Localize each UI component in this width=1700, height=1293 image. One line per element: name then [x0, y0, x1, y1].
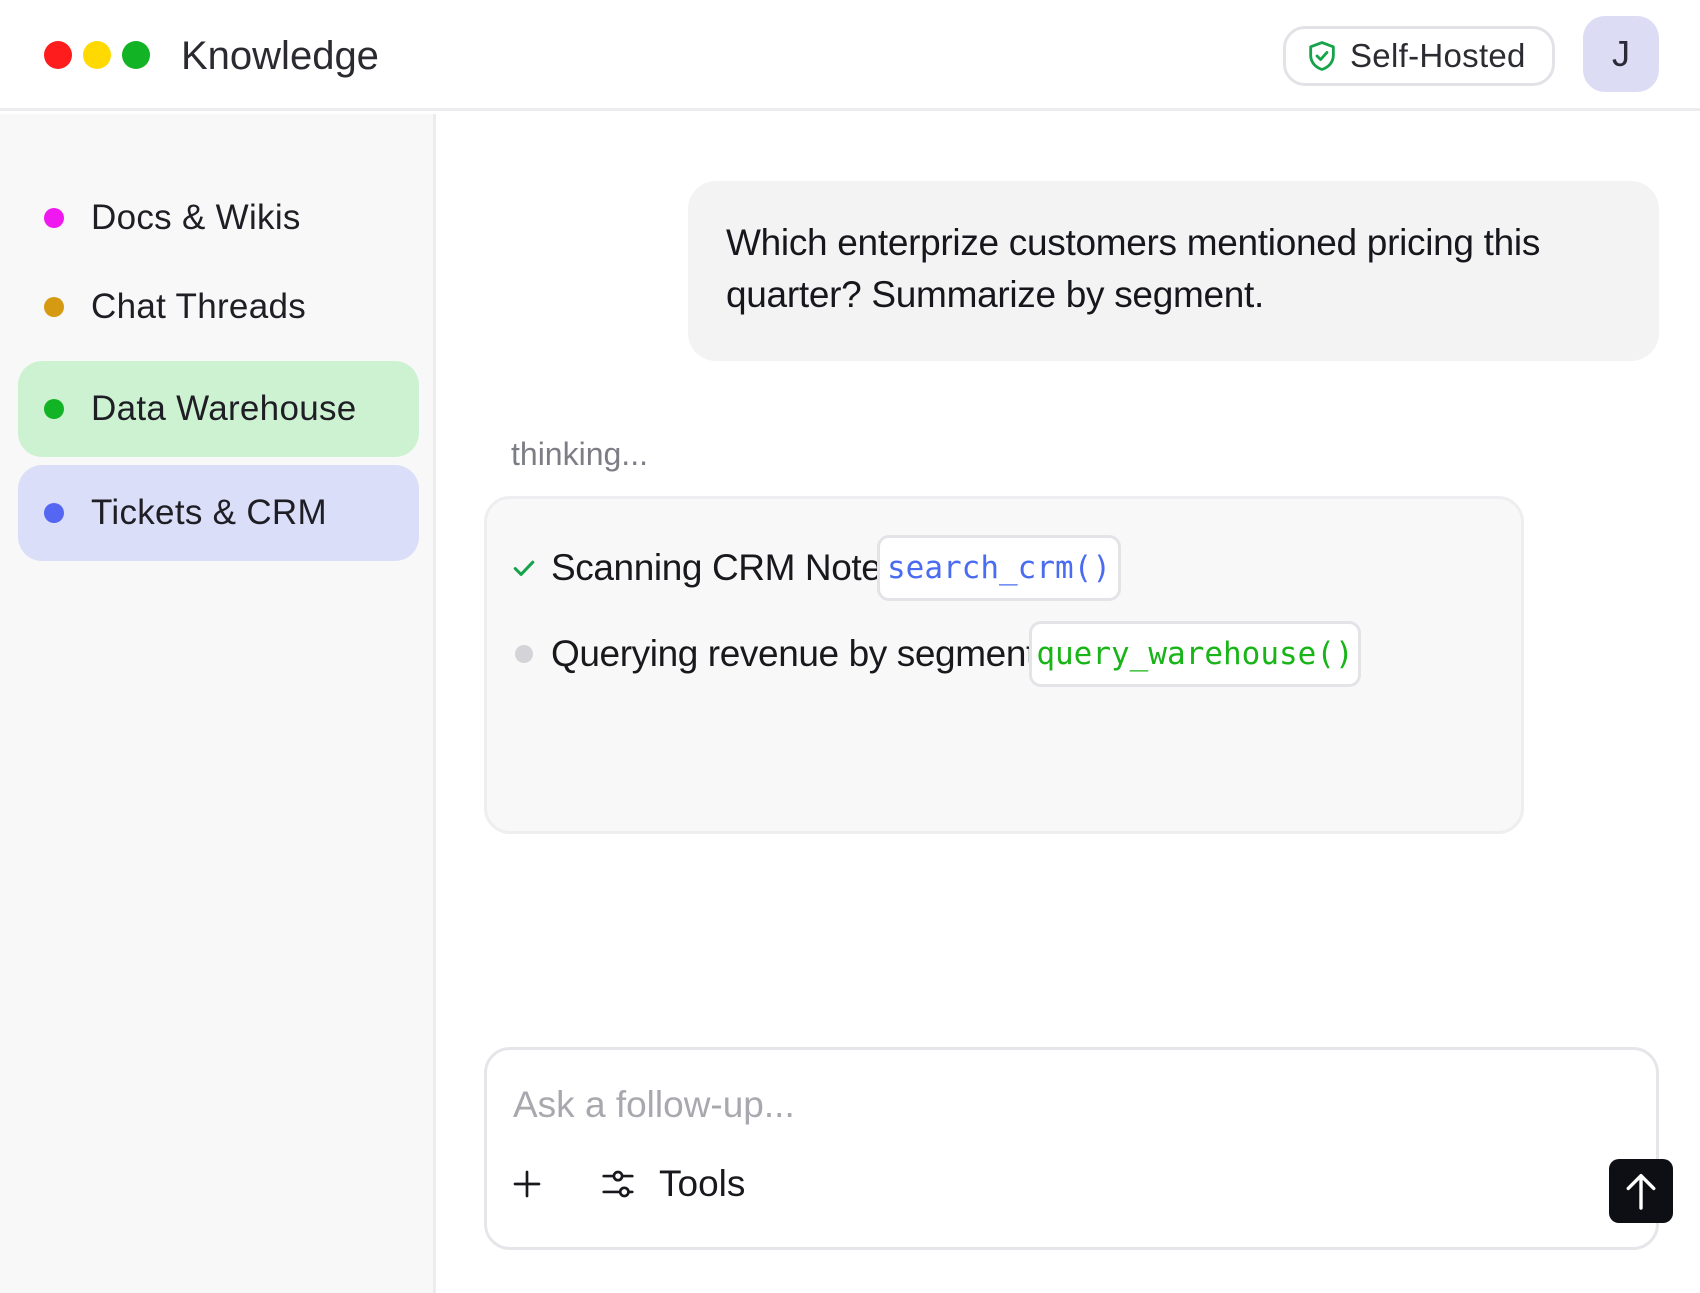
step-label: Querying revenue by segment [551, 633, 1036, 674]
sidebar-item-docs-wikis[interactable]: Docs & Wikis [18, 170, 419, 266]
sidebar-item-label: Data Warehouse [91, 389, 357, 428]
sidebar-item-data-warehouse[interactable]: Data Warehouse [18, 361, 419, 457]
arrow-up-icon [1626, 1173, 1656, 1210]
sidebar-item-chat-threads[interactable]: Chat Threads [18, 259, 419, 355]
tools-button[interactable]: Tools [599, 1158, 745, 1210]
composer: Tools [484, 1047, 1673, 1250]
follow-up-input[interactable] [513, 1078, 1613, 1132]
pending-dot-icon [509, 639, 539, 669]
tool-call-chip: query_warehouse() [1029, 621, 1361, 687]
user-message-bubble: Which enterprize customers mentioned pri… [688, 181, 1659, 361]
source-dot-icon [44, 503, 64, 523]
step-label: Scanning CRM Notes [551, 547, 900, 588]
tool-steps-card: Scanning CRM Notes search_crm() Querying… [484, 496, 1524, 834]
maximize-window-button[interactable] [122, 41, 150, 69]
sidebar: Docs & Wikis Chat Threads Data Warehouse… [0, 114, 436, 1293]
source-dot-icon [44, 399, 64, 419]
title-bar: Knowledge Self-Hosted J [0, 0, 1700, 111]
minimize-window-button[interactable] [83, 41, 111, 69]
tool-call-chip: search_crm() [877, 535, 1121, 601]
check-icon [509, 553, 539, 583]
app-title: Knowledge [181, 34, 379, 78]
shield-check-icon [1309, 41, 1335, 71]
send-button[interactable] [1609, 1159, 1673, 1223]
user-avatar[interactable]: J [1583, 16, 1659, 92]
user-message-text: Which enterprize customers mentioned pri… [726, 222, 1541, 315]
self-hosted-label: Self-Hosted [1350, 37, 1526, 74]
avatar-initial: J [1612, 33, 1630, 74]
add-attachment-button[interactable] [509, 1162, 545, 1206]
app-window: Knowledge Self-Hosted J Docs & Wikis Cha… [0, 0, 1700, 1293]
source-dot-icon [44, 208, 64, 228]
tool-step: Scanning CRM Notes search_crm() [487, 535, 1487, 601]
chat-panel: Which enterprize customers mentioned pri… [439, 114, 1700, 1293]
self-hosted-badge: Self-Hosted [1283, 26, 1555, 86]
thinking-status: thinking... [511, 436, 648, 472]
plus-icon [513, 1170, 541, 1198]
tools-label: Tools [659, 1163, 746, 1204]
sliders-icon [602, 1170, 634, 1198]
tool-step: Querying revenue by segment query_wareho… [487, 621, 1487, 687]
source-dot-icon [44, 297, 64, 317]
sidebar-item-label: Tickets & CRM [91, 493, 327, 532]
sidebar-item-label: Docs & Wikis [91, 198, 301, 237]
close-window-button[interactable] [44, 41, 72, 69]
sidebar-item-label: Chat Threads [91, 287, 307, 326]
sidebar-item-tickets-crm[interactable]: Tickets & CRM [18, 465, 419, 561]
